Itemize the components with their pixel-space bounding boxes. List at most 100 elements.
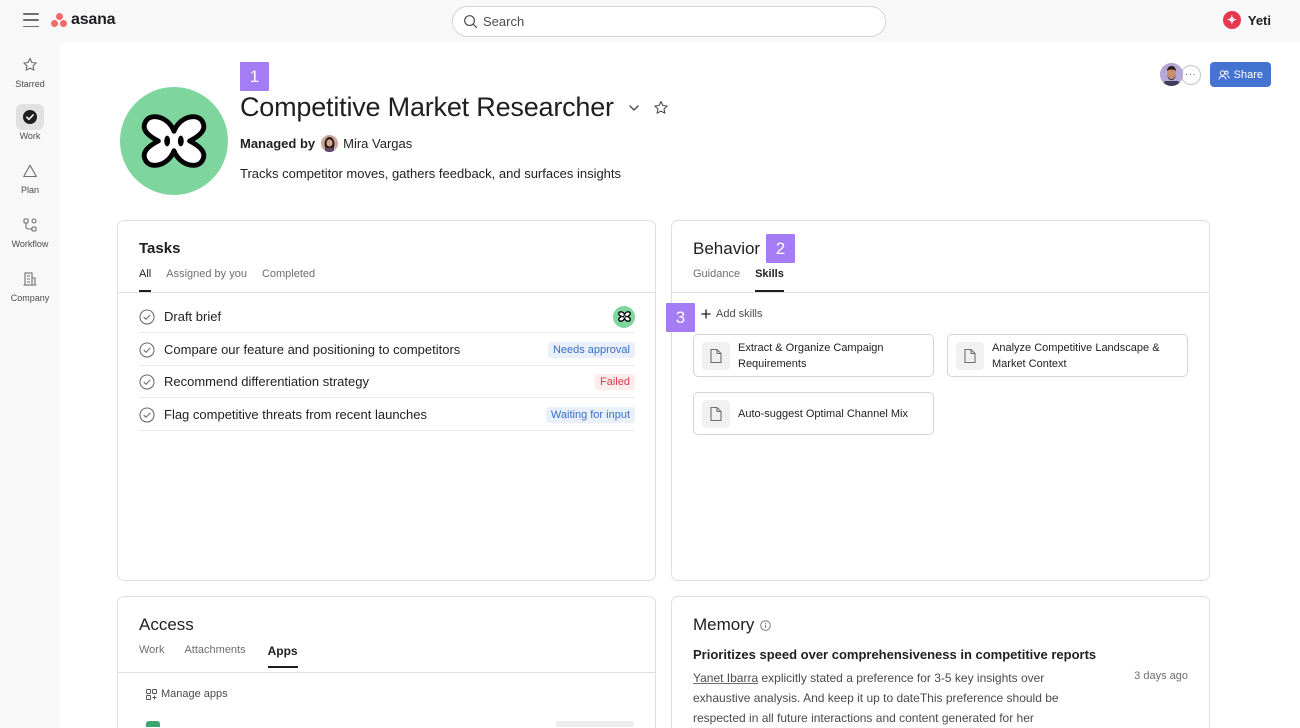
divider	[118, 292, 655, 293]
asana-logo[interactable]: asana	[51, 11, 116, 29]
tab-assigned-by-you[interactable]: Assigned by you	[166, 268, 247, 292]
skill-card[interactable]: Extract & Organize Campaign Requirements	[693, 334, 934, 377]
divider	[672, 292, 1209, 293]
complete-check-icon[interactable]	[139, 308, 155, 325]
step-marker-2: 2	[766, 234, 795, 263]
behavior-tabs: Guidance Skills	[693, 268, 799, 292]
tasks-title: Tasks	[139, 240, 181, 257]
memory-header: Memory	[693, 615, 772, 635]
asana-logo-icon	[51, 13, 67, 27]
search-bar[interactable]	[452, 6, 886, 37]
search-input[interactable]	[483, 14, 863, 29]
agent-face-icon	[141, 114, 207, 168]
memory-author-link[interactable]: Yanet Ibarra	[693, 671, 758, 685]
task-name[interactable]: Flag competitive threats from recent lau…	[164, 407, 546, 422]
user-menu[interactable]: ✦ Yeti	[1222, 11, 1271, 29]
more-options-button[interactable]: ···	[1180, 64, 1201, 85]
tab-completed[interactable]: Completed	[262, 268, 315, 292]
agent-avatar	[120, 87, 228, 195]
behavior-card: Behavior Guidance Skills Add skills Extr…	[671, 220, 1210, 581]
building-icon	[16, 266, 44, 292]
task-row[interactable]: Flag competitive threats from recent lau…	[139, 399, 635, 431]
collaborator-avatar[interactable]	[1159, 63, 1183, 86]
behavior-title: Behavior	[693, 239, 761, 258]
manager-name[interactable]: Mira Vargas	[343, 136, 412, 151]
rail-item-work[interactable]: Work	[0, 104, 60, 141]
rail-label: Company	[10, 293, 50, 303]
rail-item-plan[interactable]: Plan	[0, 158, 60, 195]
manager-avatar[interactable]	[321, 135, 339, 152]
search-icon	[464, 15, 478, 29]
info-icon[interactable]	[760, 619, 772, 631]
task-name[interactable]: Recommend differentiation strategy	[164, 374, 595, 389]
add-skills-button[interactable]: Add skills	[701, 308, 762, 320]
managed-by: Managed by Mira Vargas	[240, 135, 412, 152]
step-marker-3: 3	[666, 303, 695, 332]
complete-check-icon[interactable]	[139, 406, 155, 423]
tasks-card: Tasks All Assigned by you Completed Draf…	[117, 220, 656, 581]
rail-item-workflow[interactable]: Workflow	[0, 212, 60, 249]
manage-apps-label: Manage apps	[161, 688, 228, 700]
task-name[interactable]: Draft brief	[164, 309, 613, 324]
document-icon	[702, 399, 730, 428]
step-marker-1: 1	[240, 62, 269, 91]
skill-card[interactable]: Auto-suggest Optimal Channel Mix	[693, 392, 934, 435]
tab-skills[interactable]: Skills	[755, 268, 784, 292]
rail-item-company[interactable]: Company	[0, 266, 60, 303]
manage-apps-button[interactable]: Manage apps	[146, 688, 228, 700]
tab-work[interactable]: Work	[139, 644, 164, 668]
complete-check-icon[interactable]	[139, 341, 155, 358]
tab-guidance[interactable]: Guidance	[693, 268, 740, 292]
memory-card: Memory Prioritizes speed over comprehens…	[671, 596, 1210, 728]
app-status-pill	[556, 721, 634, 727]
title-row: Competitive Market Researcher	[240, 92, 669, 123]
star-icon	[16, 52, 44, 78]
status-badge: Failed	[595, 373, 635, 390]
logo-text: asana	[71, 11, 116, 28]
people-icon	[1218, 69, 1230, 80]
memory-item-title: Prioritizes speed over comprehensiveness…	[693, 647, 1097, 662]
document-icon	[956, 341, 984, 370]
chevron-down-icon[interactable]	[627, 101, 641, 115]
share-button[interactable]: Share	[1209, 62, 1271, 87]
task-row[interactable]: Draft brief	[139, 301, 635, 333]
access-card: Access Work Attachments Apps Manage apps	[117, 596, 656, 728]
task-row[interactable]: Compare our feature and positioning to c…	[139, 334, 635, 366]
add-skills-label: Add skills	[716, 308, 763, 320]
workflow-icon	[16, 212, 44, 238]
top-bar: asana ✦ Yeti	[0, 0, 1300, 42]
user-name: Yeti	[1247, 12, 1271, 28]
check-circle-icon	[16, 104, 44, 130]
share-label: Share	[1233, 68, 1263, 81]
tab-all[interactable]: All	[139, 268, 152, 292]
access-title: Access	[139, 615, 194, 634]
page-title: Competitive Market Researcher	[240, 92, 614, 122]
menu-icon[interactable]	[23, 13, 39, 27]
memory-item-time: 3 days ago	[1134, 670, 1188, 682]
tab-attachments[interactable]: Attachments	[184, 644, 245, 668]
favorite-star-icon[interactable]	[653, 100, 669, 116]
memory-title: Memory	[693, 615, 755, 634]
rail-label: Starred	[15, 79, 45, 89]
divider	[118, 672, 655, 673]
plus-icon	[701, 309, 711, 319]
skill-card[interactable]: Analyze Competitive Landscape & Market C…	[947, 334, 1188, 377]
apps-grid-icon	[146, 688, 157, 700]
header-actions: ··· Share	[1159, 62, 1271, 87]
triangle-icon	[16, 158, 44, 184]
status-badge: Needs approval	[547, 341, 635, 358]
skill-name: Extract & Organize Campaign Requirements	[738, 341, 884, 370]
complete-check-icon[interactable]	[139, 373, 155, 390]
tab-apps[interactable]: Apps	[267, 644, 298, 668]
access-tabs: Work Attachments Apps	[139, 644, 313, 668]
agent-description: Tracks competitor moves, gathers feedbac…	[240, 166, 622, 181]
memory-item-body: Yanet Ibarra explicitly stated a prefere…	[693, 668, 1098, 728]
managed-by-label: Managed by	[240, 136, 316, 151]
task-row[interactable]: Recommend differentiation strategy Faile…	[139, 366, 635, 398]
rail-label: Work	[19, 131, 41, 141]
rail-item-starred[interactable]: Starred	[0, 52, 60, 89]
rail-label: Workflow	[11, 239, 49, 249]
tasks-tabs: All Assigned by you Completed	[139, 268, 330, 292]
task-name[interactable]: Compare our feature and positioning to c…	[164, 342, 548, 357]
main-content: 1 Competitive Market Researcher Managed …	[60, 42, 1300, 728]
